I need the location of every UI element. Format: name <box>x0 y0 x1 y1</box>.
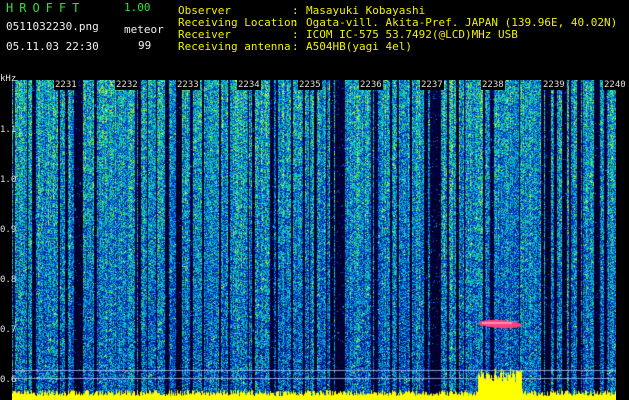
time-tick-label: 2240 <box>603 80 627 90</box>
info-sep: : <box>292 40 299 53</box>
freq-tick-label: 1.1 <box>0 125 17 135</box>
time-tick-label: 2234 <box>237 80 261 90</box>
time-tick-label: 2238 <box>481 80 505 90</box>
info-value-antenna: A504HB(yagi 4el) <box>306 40 412 53</box>
freq-tick-label: 0.6 <box>0 375 17 385</box>
time-tick-label: 2237 <box>420 80 444 90</box>
spectrogram[interactable] <box>12 80 616 400</box>
app-title: HROFFT <box>6 1 86 15</box>
freq-tick-label: 1.0 <box>0 175 17 185</box>
time-tick-label: 2232 <box>115 80 139 90</box>
freq-tick-label: 0.9 <box>0 225 17 235</box>
date-time: 05.11.03 22:30 <box>6 40 99 53</box>
time-tick-label: 2233 <box>176 80 200 90</box>
freq-tick-label: 0.8 <box>0 275 17 285</box>
time-tick-label: 2236 <box>359 80 383 90</box>
file-name: 0511032230.png <box>6 20 99 33</box>
time-tick-label: 2239 <box>542 80 566 90</box>
freq-unit-label: kHz <box>0 74 17 84</box>
meteor-count: 99 <box>138 39 152 52</box>
time-tick-label: 2231 <box>54 80 78 90</box>
spectrogram-canvas[interactable] <box>12 80 616 400</box>
freq-tick-label: 0.7 <box>0 325 17 335</box>
info-label-antenna: Receiving antenna <box>178 40 291 53</box>
app-version: 1.00 <box>124 1 151 14</box>
header-panel: HROFFT 1.00 0511032230.png 05.11.03 22:3… <box>0 0 629 80</box>
time-tick-label: 2235 <box>298 80 322 90</box>
meteor-label: meteor <box>124 23 164 36</box>
